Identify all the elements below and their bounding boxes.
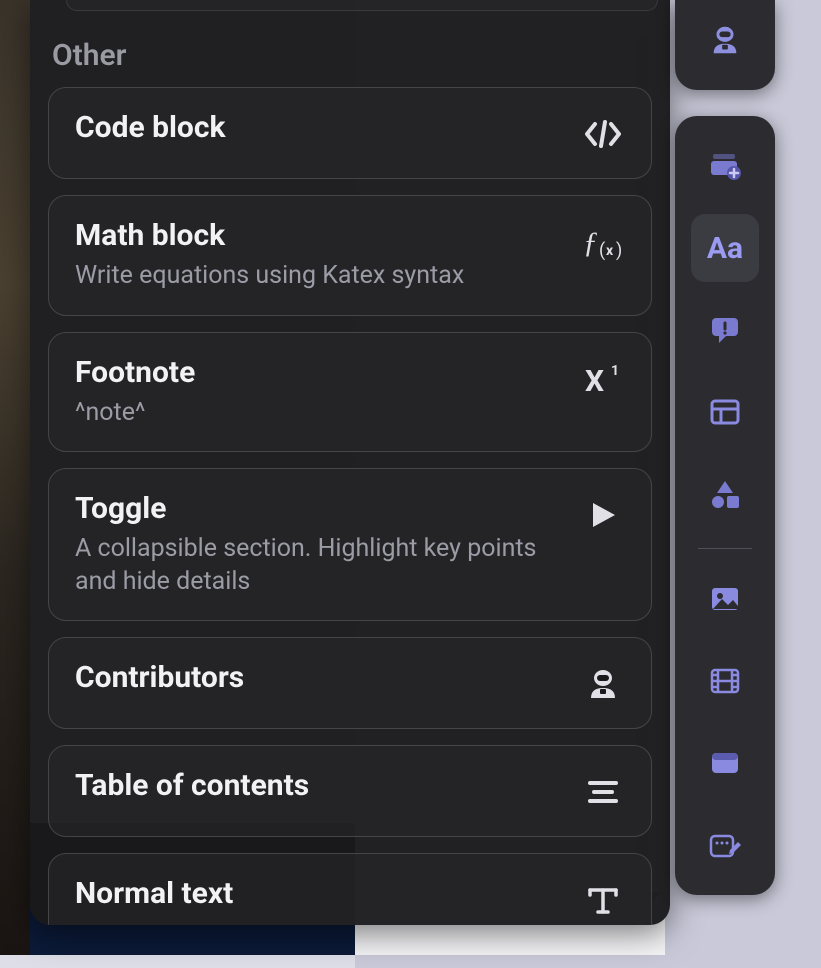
play-icon bbox=[581, 493, 625, 537]
block-option-title: Normal text bbox=[75, 876, 563, 912]
block-option-title: Code block bbox=[75, 110, 563, 146]
toolbar-group-main: Aa bbox=[675, 116, 775, 895]
code-icon bbox=[581, 112, 625, 156]
text-icon bbox=[581, 878, 625, 922]
shapes-button[interactable] bbox=[691, 460, 759, 528]
comments-button[interactable] bbox=[691, 296, 759, 364]
function-icon: ƒ ( x ) bbox=[581, 220, 625, 264]
left-background-strip bbox=[0, 0, 30, 955]
right-toolbar: Aa bbox=[675, 0, 775, 895]
block-picker-panel: Other Code block Math block Write equati… bbox=[30, 0, 670, 925]
block-option-title: Contributors bbox=[75, 660, 563, 696]
film-icon bbox=[709, 667, 741, 695]
block-option-title: Math block bbox=[75, 218, 563, 254]
typography-icon: Aa bbox=[707, 231, 743, 266]
svg-text:1: 1 bbox=[611, 363, 619, 379]
text-format-button[interactable]: Aa bbox=[691, 214, 759, 282]
card-icon bbox=[709, 750, 741, 776]
edit-note-button[interactable] bbox=[691, 811, 759, 879]
image-icon bbox=[709, 585, 741, 613]
block-option-footnote[interactable]: Footnote ^note^ X 1 bbox=[48, 332, 652, 453]
insert-image-button[interactable] bbox=[691, 565, 759, 633]
block-option-normal-text[interactable]: Normal text bbox=[48, 853, 652, 925]
block-option-code-block[interactable]: Code block bbox=[48, 87, 652, 179]
svg-text:x: x bbox=[606, 243, 614, 259]
insert-video-button[interactable] bbox=[691, 647, 759, 715]
block-option-desc: A collapsible section. Highlight key poi… bbox=[75, 533, 563, 598]
svg-text:): ) bbox=[616, 240, 622, 261]
astronaut-icon bbox=[581, 662, 625, 706]
block-option-desc: ^note^ bbox=[75, 397, 563, 430]
insert-card-button[interactable] bbox=[691, 729, 759, 797]
superscript-icon: X 1 bbox=[581, 357, 625, 401]
block-option-contributors[interactable]: Contributors bbox=[48, 637, 652, 729]
astronaut-icon bbox=[708, 23, 742, 57]
svg-text:ƒ: ƒ bbox=[583, 226, 598, 259]
svg-text:(: ( bbox=[599, 240, 605, 261]
block-option-toc[interactable]: Table of contents bbox=[48, 745, 652, 837]
list-icon bbox=[581, 770, 625, 814]
toolbar-divider bbox=[698, 548, 751, 549]
comment-alert-icon bbox=[709, 315, 741, 345]
block-option-title: Footnote bbox=[75, 355, 563, 391]
block-option-toggle[interactable]: Toggle A collapsible section. Highlight … bbox=[48, 468, 652, 621]
block-option-math-block[interactable]: Math block Write equations using Katex s… bbox=[48, 195, 652, 316]
block-option-title: Toggle bbox=[75, 491, 563, 527]
svg-text:X: X bbox=[585, 364, 604, 397]
layout-button[interactable] bbox=[691, 378, 759, 446]
shapes-icon bbox=[709, 479, 741, 509]
contributors-toolbar-button[interactable] bbox=[691, 6, 759, 74]
block-option-title: Table of contents bbox=[75, 768, 563, 804]
add-stack-button[interactable] bbox=[691, 132, 759, 200]
stack-add-icon bbox=[708, 150, 742, 182]
toolbar-group-top bbox=[675, 0, 775, 90]
layout-icon bbox=[709, 398, 741, 426]
block-option-desc: Write equations using Katex syntax bbox=[75, 260, 563, 293]
edit-note-icon bbox=[708, 830, 742, 860]
section-header-other: Other bbox=[48, 0, 652, 87]
